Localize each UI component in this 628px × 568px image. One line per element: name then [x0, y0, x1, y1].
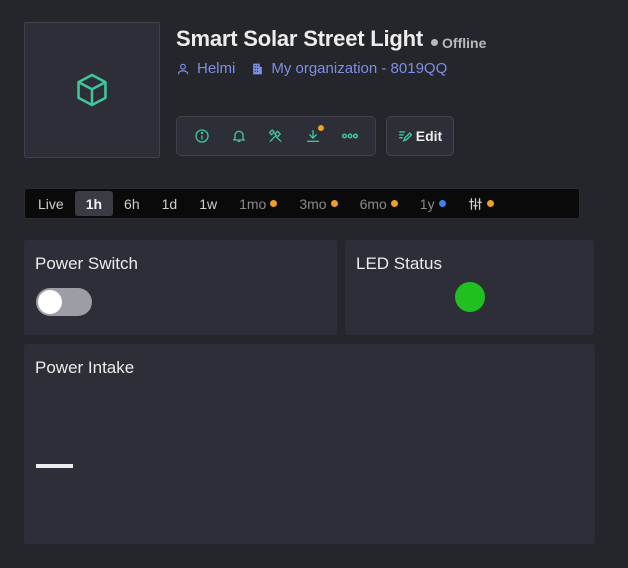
time-range-label: 6h	[124, 195, 140, 212]
time-range-label: 1d	[161, 195, 178, 212]
bell-icon	[232, 130, 245, 142]
time-range-settings-button[interactable]	[457, 191, 505, 216]
organization-link[interactable]: My organization - 8019QQ	[251, 60, 447, 77]
power-intake-value	[36, 464, 73, 468]
time-range-1w[interactable]: 1w	[188, 191, 228, 216]
building-icon	[253, 63, 263, 74]
time-range-1d[interactable]: 1d	[151, 191, 189, 216]
organization-name: My organization - 8019QQ	[271, 60, 448, 77]
device-header: Smart Solar Street Light Offline	[176, 26, 486, 52]
device-meta: Helmi My organization - 8019QQ	[176, 60, 447, 77]
status-text: Offline	[442, 34, 487, 51]
device-thumbnail	[24, 22, 160, 158]
device-title: Smart Solar Street Light	[176, 26, 424, 51]
info-icon	[194, 129, 209, 143]
more-icon	[342, 133, 359, 139]
time-range-1mo[interactable]: 1mo	[228, 191, 288, 216]
download-button[interactable]	[299, 122, 327, 150]
time-range-3mo[interactable]: 3mo	[288, 191, 348, 216]
time-range-label: Live	[38, 195, 64, 212]
status-badge: Offline	[431, 35, 486, 51]
edit-label: Edit	[415, 128, 443, 144]
time-range-label: 1h	[85, 195, 103, 212]
time-range-1y[interactable]: 1y	[409, 191, 457, 216]
power-switch-card: Power Switch	[24, 240, 337, 335]
power-switch-toggle[interactable]	[36, 288, 92, 316]
time-range-label: 6mo	[359, 195, 387, 212]
info-button[interactable]	[188, 122, 216, 150]
time-range-badge	[438, 200, 446, 207]
time-range-label: 1y	[419, 195, 435, 212]
power-intake-label: Power Intake	[35, 358, 135, 377]
time-range-label: 1w	[199, 195, 218, 212]
time-range-6h[interactable]: 6h	[113, 191, 151, 216]
status-dot	[431, 39, 439, 46]
time-range-selector: Live 1h 6h 1d 1w 1mo 3mo 6mo 1y	[24, 188, 580, 219]
owner-link[interactable]: Helmi	[176, 60, 235, 77]
time-range-badge	[270, 200, 278, 207]
sliders-icon	[468, 197, 482, 210]
time-range-live[interactable]: Live	[27, 191, 75, 216]
settings-badge	[486, 200, 494, 207]
time-range-badge	[330, 200, 338, 207]
user-icon	[177, 63, 189, 74]
action-toolbar	[176, 116, 376, 156]
time-range-6mo[interactable]: 6mo	[349, 191, 409, 216]
power-switch-label: Power Switch	[35, 254, 138, 273]
edit-icon	[398, 131, 412, 142]
time-range-label: 3mo	[299, 195, 327, 212]
led-status-card: LED Status	[345, 240, 594, 335]
alarms-button[interactable]	[225, 122, 253, 150]
more-button[interactable]	[336, 122, 364, 150]
download-badge	[318, 125, 325, 131]
tools-button[interactable]	[262, 122, 290, 150]
led-status-label: LED Status	[356, 254, 442, 273]
time-range-badge	[390, 200, 398, 207]
edit-button[interactable]: Edit	[386, 116, 454, 156]
led-indicator	[455, 282, 485, 312]
toggle-knob	[38, 290, 62, 314]
time-range-1h[interactable]: 1h	[74, 191, 114, 216]
power-intake-card: Power Intake	[24, 344, 595, 544]
cube-icon	[77, 73, 107, 107]
time-range-label: 1mo	[239, 195, 267, 212]
owner-name: Helmi	[197, 60, 236, 77]
tools-icon	[269, 129, 282, 142]
